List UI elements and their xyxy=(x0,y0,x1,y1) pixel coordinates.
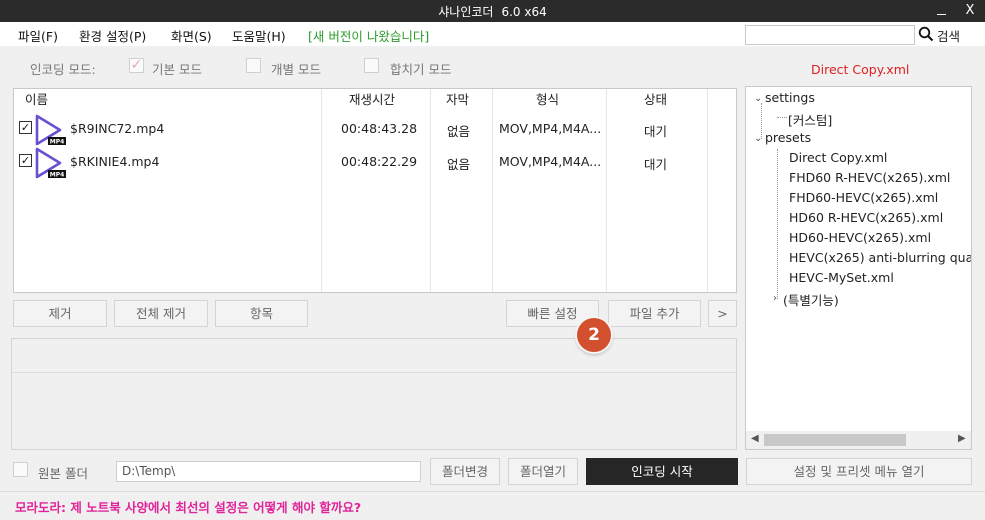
menu-help[interactable]: 도움말(H) xyxy=(232,26,286,45)
file-name: $R9INC72.mp4 xyxy=(70,121,165,136)
window-title: 샤나인코더 6.0 x64 xyxy=(0,3,985,20)
scroll-left-icon[interactable]: ◀ xyxy=(751,433,759,444)
individual-mode-label: 개별 모드 xyxy=(271,62,321,77)
minimize-button[interactable] xyxy=(926,0,956,22)
tree-horizontal-scrollbar[interactable]: ◀ ▶ xyxy=(746,431,971,449)
file-row[interactable]: ✓ MP4 $RKINIE4.mp4 00:48:22.29 없음 MOV,MP… xyxy=(14,147,736,179)
tree-line xyxy=(777,149,778,299)
tree-preset-item[interactable]: Direct Copy.xml xyxy=(789,150,887,165)
merge-mode-checkbox[interactable] xyxy=(364,58,379,73)
column-duration[interactable]: 재생시간 xyxy=(349,89,395,113)
tree-line xyxy=(777,117,787,118)
expand-special-icon[interactable]: › xyxy=(773,293,777,304)
minimize-icon xyxy=(936,14,946,15)
app-version: 6.0 x64 xyxy=(501,5,547,19)
tree-preset-item[interactable]: HD60-HEVC(x265).xml xyxy=(789,230,931,245)
column-subtitle[interactable]: 자막 xyxy=(446,89,469,113)
mp4-tag: MP4 xyxy=(50,172,65,179)
close-button[interactable]: X xyxy=(955,0,985,22)
file-format: MOV,MP4,M4A... xyxy=(499,121,602,136)
preset-tree[interactable]: ⌄ settings [커스텀] ⌄ presets Direct Copy.x… xyxy=(745,86,972,450)
file-row-checkbox[interactable]: ✓ xyxy=(19,154,32,167)
current-preset-name: Direct Copy.xml xyxy=(811,62,910,77)
search-icon[interactable] xyxy=(918,26,934,42)
check-icon: ✓ xyxy=(20,121,31,134)
start-encoding-button[interactable]: 인코딩 시작 xyxy=(586,458,738,485)
menu-bar: 파일(F) 환경 설정(P) 화면(S) 도움말(H) [새 버전이 나왔습니다… xyxy=(0,22,985,46)
status-bar: 모라도라: 제 노트북 사양에서 최선의 설정은 어떻게 해야 할까요? xyxy=(0,491,985,520)
status-message[interactable]: 모라도라: 제 노트북 사양에서 최선의 설정은 어떻게 해야 할까요? xyxy=(15,497,361,516)
column-name[interactable]: 이름 xyxy=(25,89,48,113)
check-icon: ✓ xyxy=(130,57,143,73)
add-file-button[interactable]: 파일 추가 xyxy=(608,300,701,327)
mp4-file-icon: MP4 xyxy=(35,147,66,179)
encoding-mode-label: 인코딩 모드: xyxy=(30,62,96,77)
original-folder-checkbox[interactable] xyxy=(13,462,28,477)
change-folder-button[interactable]: 폴더변경 xyxy=(430,458,500,485)
merge-mode-label: 합치기 모드 xyxy=(390,62,452,77)
tree-preset-item[interactable]: HEVC-MySet.xml xyxy=(789,270,894,285)
tree-preset-item[interactable]: HD60 R-HEVC(x265).xml xyxy=(789,210,943,225)
open-folder-button[interactable]: 폴더열기 xyxy=(508,458,578,485)
remove-button[interactable]: 제거 xyxy=(13,300,107,327)
file-name: $RKINIE4.mp4 xyxy=(70,154,160,169)
info-panel-divider xyxy=(12,372,736,373)
file-duration: 00:48:22.29 xyxy=(341,154,418,169)
menu-file[interactable]: 파일(F) xyxy=(18,26,58,45)
individual-mode-checkbox[interactable] xyxy=(246,58,261,73)
menu-screen[interactable]: 화면(S) xyxy=(171,26,212,45)
scroll-right-icon[interactable]: ▶ xyxy=(958,433,966,444)
tree-node-special[interactable]: (특별기능) xyxy=(783,290,839,309)
open-preset-menu-button[interactable]: 설정 및 프리셋 메뉴 열기 xyxy=(746,458,972,485)
scrollbar-thumb[interactable] xyxy=(764,434,906,446)
more-button[interactable]: > xyxy=(708,300,737,327)
file-row[interactable]: ✓ MP4 $R9INC72.mp4 00:48:43.28 없음 MOV,MP… xyxy=(14,114,736,146)
tree-node-settings[interactable]: settings xyxy=(765,90,815,105)
check-icon: ✓ xyxy=(20,154,31,167)
search-input[interactable] xyxy=(745,25,915,45)
expand-settings-icon[interactable]: ⌄ xyxy=(754,93,762,104)
file-list[interactable]: 이름 재생시간 자막 형식 상태 ✓ MP4 $R9INC72.mp4 00:4… xyxy=(13,88,737,293)
column-status[interactable]: 상태 xyxy=(644,89,667,113)
original-folder-label: 원본 폴더 xyxy=(38,466,88,481)
remove-all-button[interactable]: 전체 제거 xyxy=(114,300,208,327)
basic-mode-label: 기본 모드 xyxy=(152,62,202,77)
menu-settings[interactable]: 환경 설정(P) xyxy=(79,26,146,45)
file-format: MOV,MP4,M4A... xyxy=(499,154,602,169)
file-status: 대기 xyxy=(644,124,668,139)
file-subtitle: 없음 xyxy=(447,124,471,139)
file-subtitle: 없음 xyxy=(447,157,471,172)
step-badge: 2 xyxy=(577,318,611,352)
search-button[interactable]: 검색 xyxy=(937,26,960,45)
new-version-notice[interactable]: [새 버전이 나왔습니다] xyxy=(308,26,429,45)
column-format[interactable]: 형식 xyxy=(536,89,559,113)
tree-preset-item[interactable]: FHD60 R-HEVC(x265).xml xyxy=(789,170,950,185)
output-folder-field[interactable]: D:\Temp\ xyxy=(116,461,421,482)
encoding-mode-row: 인코딩 모드: ✓ 기본 모드 개별 모드 합치기 모드 Direct Copy… xyxy=(0,54,985,78)
app-name: 샤나인코더 xyxy=(438,5,494,19)
tree-node-custom[interactable]: [커스텀] xyxy=(788,110,832,129)
app-window: 샤나인코더 6.0 x64 X 파일(F) 환경 설정(P) 화면(S) 도움말(… xyxy=(0,0,985,520)
tree-preset-item[interactable]: FHD60-HEVC(x265).xml xyxy=(789,190,938,205)
title-bar: 샤나인코더 6.0 x64 X xyxy=(0,0,985,22)
file-duration: 00:48:43.28 xyxy=(341,121,418,136)
file-row-checkbox[interactable]: ✓ xyxy=(19,121,32,134)
basic-mode-checkbox[interactable]: ✓ xyxy=(129,58,144,73)
tree-node-presets[interactable]: presets xyxy=(765,130,811,145)
file-status: 대기 xyxy=(644,157,668,172)
mp4-file-icon: MP4 xyxy=(35,114,66,146)
item-button[interactable]: 항목 xyxy=(215,300,308,327)
tree-preset-item[interactable]: HEVC(x265) anti-blurring quality xyxy=(789,250,971,265)
mp4-tag: MP4 xyxy=(50,139,65,146)
expand-presets-icon[interactable]: ⌄ xyxy=(754,133,762,144)
info-panel xyxy=(11,338,737,450)
